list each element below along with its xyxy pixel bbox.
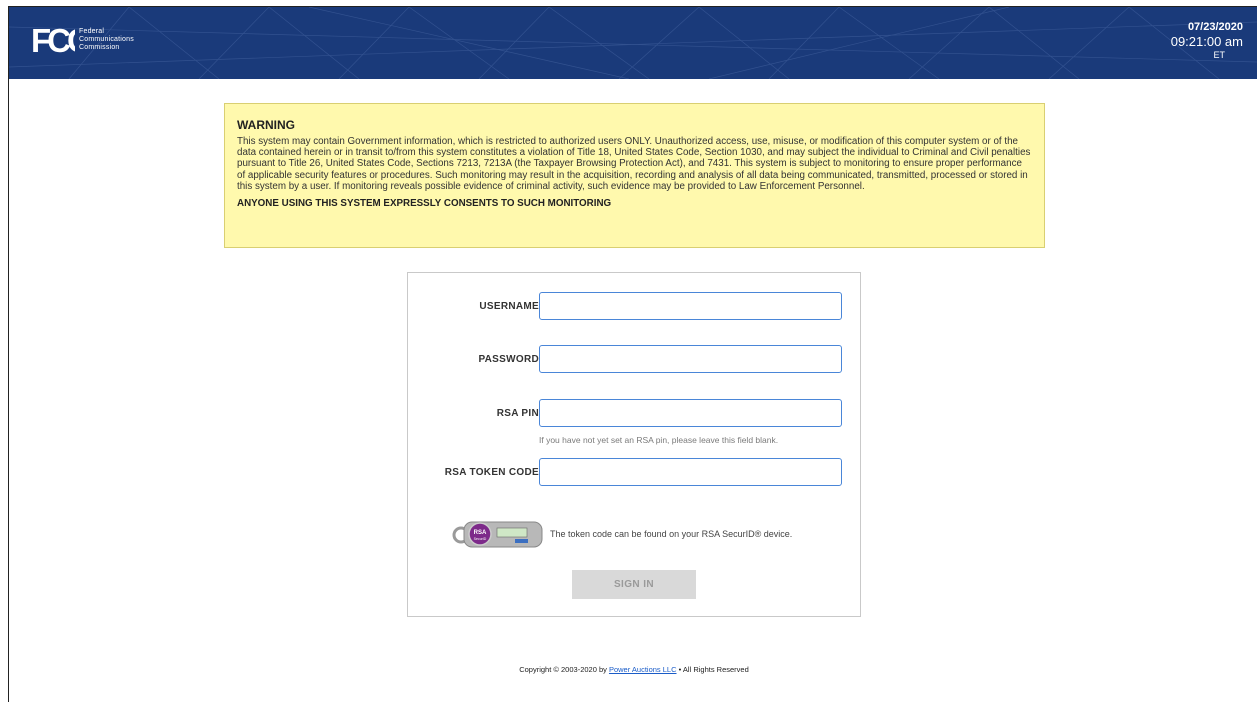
fcc-logo-icon: FCC xyxy=(31,22,75,59)
clock-time: 09:21:00 am xyxy=(1170,34,1243,49)
token-info: RSA SecurID The token code can be found … xyxy=(452,519,792,549)
svg-text:RSA: RSA xyxy=(474,530,487,536)
rsa-token-input[interactable] xyxy=(539,458,842,486)
login-form: USERNAME PASSWORD RSA PIN If you have no… xyxy=(407,272,861,617)
rsa-token-label: RSA TOKEN CODE xyxy=(444,467,539,478)
logo-line-1: Federal xyxy=(79,28,105,35)
rsa-pin-hint: If you have not yet set an RSA pin, plea… xyxy=(539,435,779,445)
password-input[interactable] xyxy=(539,345,842,373)
warning-title: WARNING xyxy=(237,118,295,132)
footer-copyright: Copyright © 2003-2020 by xyxy=(519,665,609,674)
fcc-logo[interactable]: FCC Federal Communications Commission xyxy=(31,20,134,60)
svg-text:FCC: FCC xyxy=(31,22,75,59)
rsa-securid-token-icon: RSA SecurID xyxy=(452,521,543,548)
svg-text:SecurID: SecurID xyxy=(474,537,487,541)
header-clock: 07/23/2020 09:21:00 am ET xyxy=(1171,21,1243,61)
header-pattern xyxy=(9,7,1257,79)
footer: Copyright © 2003-2020 by Power Auctions … xyxy=(0,665,1257,674)
rsa-pin-input[interactable] xyxy=(539,399,842,427)
password-label: PASSWORD xyxy=(478,354,539,365)
power-auctions-link[interactable]: Power Auctions LLC xyxy=(609,665,677,674)
username-label: USERNAME xyxy=(479,301,539,312)
site-header: FCC Federal Communications Commission 07… xyxy=(9,7,1257,79)
logo-line-2: Communications xyxy=(79,36,134,43)
fcc-logo-text: Federal Communications Commission xyxy=(79,28,134,52)
sign-in-button[interactable]: SIGN IN xyxy=(572,570,696,599)
clock-timezone: ET xyxy=(1213,50,1225,60)
warning-body: This system may contain Government infor… xyxy=(237,136,1031,192)
username-input[interactable] xyxy=(539,292,842,320)
logo-line-3: Commission xyxy=(79,44,120,51)
warning-banner: WARNING This system may contain Governme… xyxy=(224,103,1045,248)
rsa-pin-label: RSA PIN xyxy=(496,408,539,419)
token-info-text: The token code can be found on your RSA … xyxy=(550,529,793,539)
footer-rights: • All Rights Reserved xyxy=(676,665,749,674)
warning-consent: ANYONE USING THIS SYSTEM EXPRESSLY CONSE… xyxy=(237,198,612,210)
clock-date: 07/23/2020 xyxy=(1187,21,1243,33)
